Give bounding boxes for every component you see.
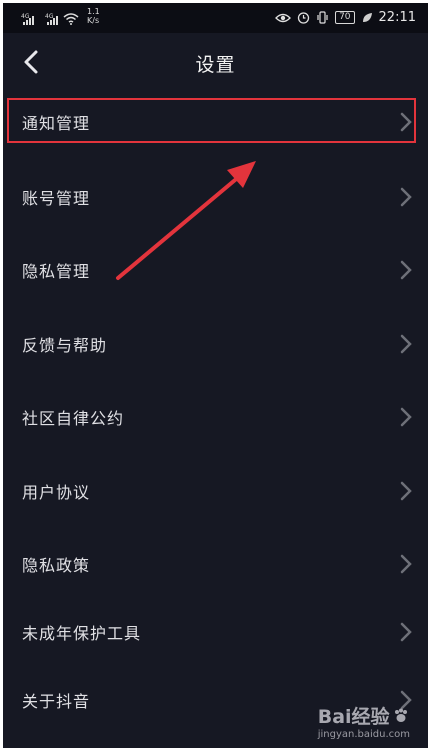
wifi-icon [63, 13, 79, 25]
settings-item-privacy-policy[interactable]: 隐私政策 [3, 535, 428, 593]
chevron-right-icon [400, 407, 412, 427]
settings-item-community[interactable]: 社区自律公约 [3, 388, 428, 446]
status-bar: 4G 4G 1.1 K/s 70 22:11 [3, 3, 428, 33]
settings-item-label: 隐私管理 [22, 262, 91, 281]
settings-item-label: 隐私政策 [22, 556, 91, 575]
settings-item-label: 关于抖音 [22, 692, 91, 711]
vibrate-icon [317, 11, 328, 24]
signal-icon: 4G [21, 13, 34, 25]
settings-item-account[interactable]: 账号管理 [3, 168, 428, 226]
clock: 22:11 [378, 10, 416, 25]
settings-item-user-agreement[interactable]: 用户协议 [3, 462, 428, 520]
settings-item-label: 社区自律公约 [22, 409, 125, 428]
chevron-right-icon [400, 334, 412, 354]
watermark-url: jingyan.baidu.com [317, 729, 410, 740]
watermark-brand: Bai经验 [317, 706, 390, 728]
chevron-right-icon [400, 260, 412, 280]
settings-item-label: 未成年保护工具 [22, 624, 142, 643]
settings-item-label: 用户协议 [22, 483, 91, 502]
page-title: 设置 [195, 54, 236, 76]
network-speed: 1.1 K/s [87, 7, 100, 25]
leaf-icon [362, 12, 372, 22]
chevron-right-icon [400, 554, 412, 574]
settings-item-privacy[interactable]: 隐私管理 [3, 241, 428, 299]
chevron-right-icon [400, 481, 412, 501]
battery-indicator: 70 [335, 11, 355, 24]
alarm-icon [297, 12, 310, 24]
paw-icon [394, 708, 407, 722]
sim2-tag: 4G [45, 13, 54, 20]
sim1-tag: 4G [21, 13, 30, 20]
settings-item-minor-protection[interactable]: 未成年保护工具 [3, 603, 428, 661]
header: 设置 [3, 33, 428, 91]
highlight-box [7, 98, 416, 143]
chevron-right-icon [400, 622, 412, 642]
watermark: Bai经验 jingyan.baidu.com [318, 702, 410, 740]
chevron-right-icon [400, 187, 412, 207]
settings-item-feedback[interactable]: 反馈与帮助 [3, 315, 428, 373]
eye-icon [275, 13, 291, 22]
settings-item-label: 账号管理 [22, 189, 91, 208]
signal-icon-2: 4G [45, 13, 58, 25]
screen: 4G 4G 1.1 K/s 70 22:11 设置 通知管理 账号管理 隐私管理… [3, 3, 428, 748]
settings-item-label: 反馈与帮助 [22, 336, 108, 355]
